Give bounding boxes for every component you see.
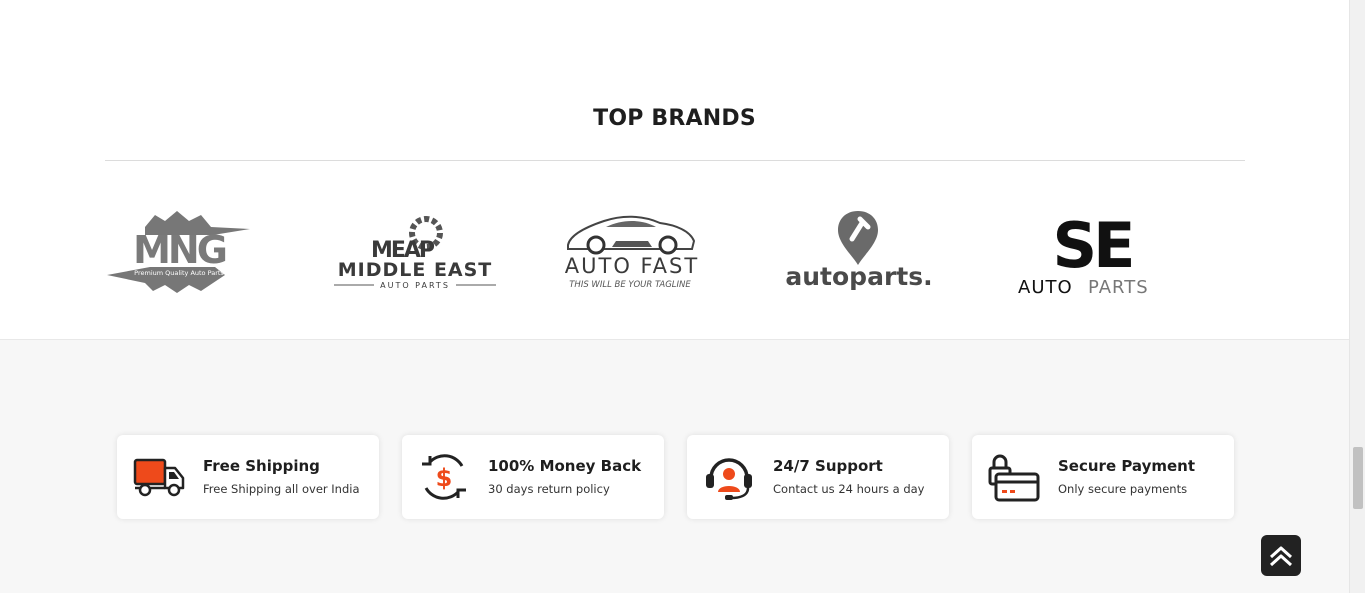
- brand-logo-auto-fast[interactable]: AUTO FAST THIS WILL BE YOUR TAGLINE: [556, 200, 708, 300]
- middle-east-logo-graphic: MEAP MIDDLE EAST AUTO PARTS: [334, 216, 496, 290]
- svg-text:$: $: [436, 464, 453, 492]
- mng-logo-tagline: Premium Quality Auto Parts: [134, 269, 224, 277]
- brand-logo-se-autoparts[interactable]: SE AUTO PARTS: [1014, 200, 1174, 300]
- feature-subtitle: Contact us 24 hours a day: [773, 482, 925, 496]
- scrollbar-thumb[interactable]: [1353, 447, 1363, 509]
- feature-card-support: 24/7 Support Contact us 24 hours a day: [687, 435, 949, 519]
- feature-subtitle: 30 days return policy: [488, 482, 610, 496]
- feature-title: Secure Payment: [1058, 457, 1196, 475]
- section-title: TOP BRANDS: [593, 106, 756, 131]
- feature-card-secure-payment: Secure Payment Only secure payments: [972, 435, 1234, 519]
- title-divider: [105, 160, 1245, 161]
- vertical-scrollbar[interactable]: [1349, 0, 1365, 593]
- feature-card-free-shipping: Free Shipping Free Shipping all over Ind…: [117, 435, 379, 519]
- secure-payment-icon: [988, 454, 1040, 502]
- se-logo-name-right: PARTS: [1088, 277, 1149, 295]
- double-chevron-up-icon: [1269, 546, 1293, 566]
- feature-subtitle: Only secure payments: [1058, 482, 1188, 496]
- se-autoparts-logo-graphic: SE AUTO PARTS: [1018, 209, 1149, 295]
- page: TOP BRANDS MNG Premium Quality Auto Part…: [0, 0, 1349, 593]
- middle-east-logo-tagline: AUTO PARTS: [380, 281, 450, 290]
- back-to-top-button[interactable]: [1261, 535, 1301, 576]
- support-headset-icon: [706, 458, 752, 500]
- mng-logo-graphic: MNG Premium Quality Auto Parts: [107, 211, 250, 293]
- se-logo-initials: SE: [1052, 209, 1131, 282]
- auto-fast-logo-tagline: THIS WILL BE YOUR TAGLINE: [569, 280, 691, 290]
- features-section: Free Shipping Free Shipping all over Ind…: [0, 340, 1349, 593]
- feature-title: 24/7 Support: [773, 457, 883, 475]
- feature-title: Free Shipping: [203, 457, 320, 475]
- middle-east-logo-name: MIDDLE EAST: [338, 259, 493, 281]
- brand-logo-autoparts[interactable]: autoparts.: [786, 200, 932, 300]
- brand-logo-middle-east[interactable]: MEAP MIDDLE EAST AUTO PARTS: [330, 200, 500, 300]
- se-logo-name-left: AUTO: [1018, 277, 1073, 295]
- money-back-icon: $: [422, 454, 466, 500]
- top-brands-section: TOP BRANDS MNG Premium Quality Auto Part…: [0, 0, 1349, 340]
- auto-fast-logo-graphic: AUTO FAST THIS WILL BE YOUR TAGLINE: [565, 215, 699, 290]
- feature-title: 100% Money Back: [488, 457, 642, 475]
- truck-icon: [133, 458, 185, 497]
- brand-logo-mng[interactable]: MNG Premium Quality Auto Parts: [105, 200, 255, 300]
- autoparts-logo-name: autoparts.: [786, 262, 932, 291]
- autoparts-logo-graphic: autoparts.: [786, 211, 932, 291]
- feature-card-money-back: $ 100% Money Back 30 days return policy: [402, 435, 664, 519]
- feature-subtitle: Free Shipping all over India: [203, 482, 360, 496]
- mng-logo-name: MNG: [133, 228, 226, 272]
- auto-fast-logo-name: AUTO FAST: [565, 254, 699, 278]
